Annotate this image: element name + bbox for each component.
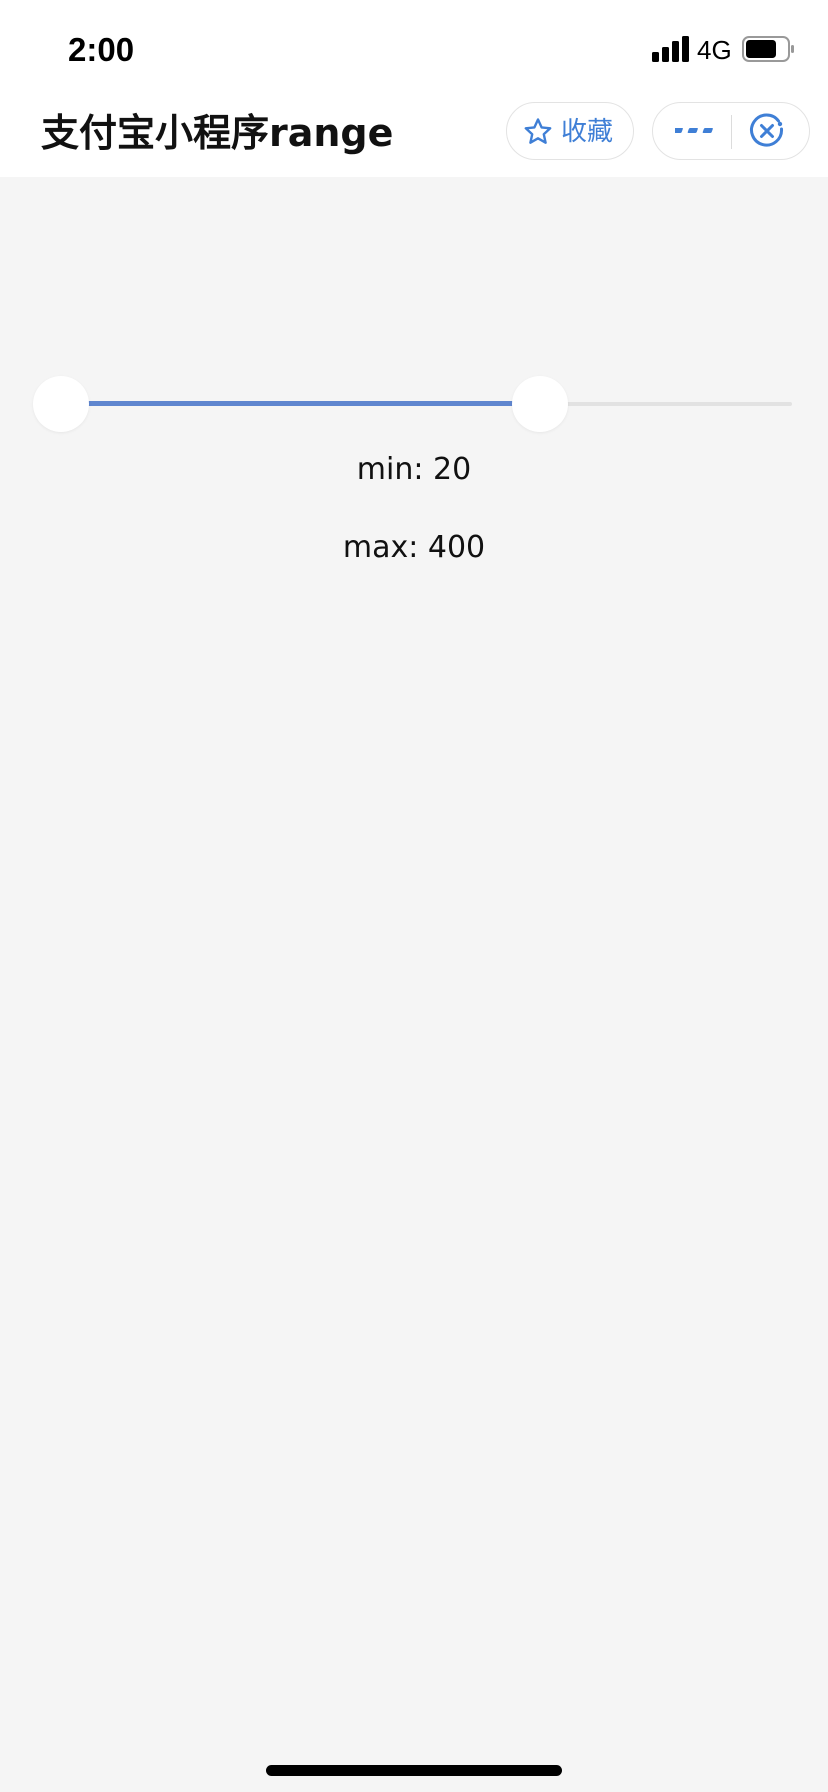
min-value-label: min: 20 [356,452,472,487]
favorite-label: 收藏 [561,117,614,147]
close-button[interactable] [733,103,809,159]
range-thumb-min[interactable] [33,376,90,432]
home-indicator [266,1765,562,1776]
signal-icon [652,36,689,62]
more-button[interactable] [653,103,731,159]
capsule-menu [652,102,810,160]
network-label: 4G [697,35,732,65]
more-icon [675,128,713,133]
range-slider[interactable] [33,374,792,434]
nav-bar: 支付宝小程序range 收藏 [0,100,828,177]
max-value-label: max: 400 [342,530,486,565]
range-fill [61,401,540,406]
range-thumb-max[interactable] [512,376,568,432]
page-title: 支付宝小程序range [41,111,394,155]
battery-icon [742,36,794,62]
close-icon [750,113,784,147]
favorite-button[interactable]: 收藏 [506,102,634,160]
status-time: 2:00 [68,31,135,68]
capsule-divider [731,115,732,149]
status-bar: 2:00 4G [0,0,828,100]
star-icon [524,118,552,144]
